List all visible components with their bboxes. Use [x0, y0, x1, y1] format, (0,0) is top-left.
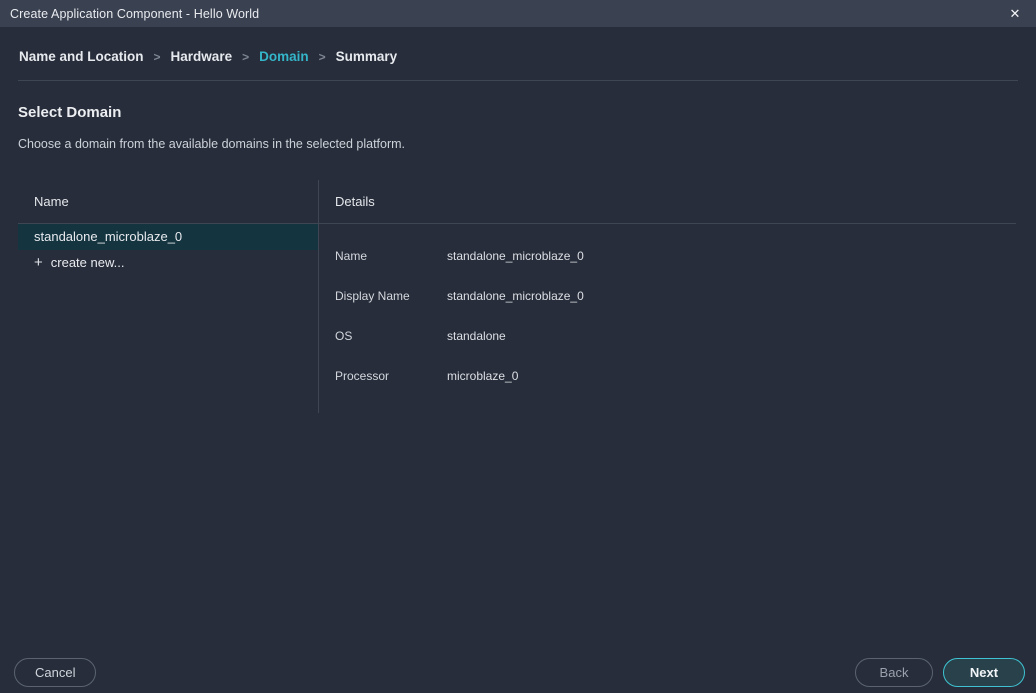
- dialog-titlebar: Create Application Component - Hello Wor…: [0, 0, 1036, 27]
- detail-row-os: OS standalone: [319, 316, 1016, 356]
- wizard-breadcrumb: Name and Location > Hardware > Domain > …: [0, 27, 1036, 80]
- plus-icon: +: [34, 250, 43, 276]
- chevron-right-icon: >: [319, 50, 326, 64]
- domain-list: standalone_microblaze_0 + create new...: [18, 224, 318, 276]
- step-hardware[interactable]: Hardware: [171, 49, 233, 64]
- detail-value: standalone_microblaze_0: [447, 289, 584, 303]
- detail-label: OS: [335, 329, 447, 343]
- details-body: Name standalone_microblaze_0 Display Nam…: [319, 224, 1016, 396]
- close-icon[interactable]: ✕: [1006, 5, 1024, 23]
- page-title: Select Domain: [18, 104, 121, 121]
- domain-list-panel: Name standalone_microblaze_0 + create ne…: [18, 180, 318, 413]
- step-domain[interactable]: Domain: [259, 49, 309, 64]
- create-new-label: create new...: [51, 250, 125, 276]
- detail-value: microblaze_0: [447, 369, 518, 383]
- page-description: Choose a domain from the available domai…: [18, 137, 405, 151]
- create-new-domain-item[interactable]: + create new...: [18, 250, 318, 276]
- detail-label: Name: [335, 249, 447, 263]
- detail-row-processor: Processor microblaze_0: [319, 356, 1016, 396]
- details-header: Details: [319, 180, 1016, 224]
- cancel-button[interactable]: Cancel: [14, 658, 96, 687]
- detail-row-display-name: Display Name standalone_microblaze_0: [319, 276, 1016, 316]
- detail-value: standalone_microblaze_0: [447, 249, 584, 263]
- dialog-title: Create Application Component - Hello Wor…: [10, 7, 259, 21]
- detail-label: Processor: [335, 369, 447, 383]
- domain-list-item-standalone-microblaze-0[interactable]: standalone_microblaze_0: [18, 224, 318, 250]
- chevron-right-icon: >: [154, 50, 161, 64]
- breadcrumb-divider: [18, 80, 1018, 81]
- domain-item-label: standalone_microblaze_0: [34, 224, 182, 250]
- step-name-and-location[interactable]: Name and Location: [19, 49, 144, 64]
- detail-label: Display Name: [335, 289, 447, 303]
- back-button[interactable]: Back: [855, 658, 933, 687]
- domain-details-panel: Details Name standalone_microblaze_0 Dis…: [318, 180, 1016, 413]
- step-summary[interactable]: Summary: [336, 49, 398, 64]
- chevron-right-icon: >: [242, 50, 249, 64]
- detail-value: standalone: [447, 329, 506, 343]
- domain-list-header: Name: [18, 180, 318, 224]
- next-button[interactable]: Next: [943, 658, 1025, 687]
- domain-selection-panels: Name standalone_microblaze_0 + create ne…: [18, 180, 1016, 413]
- detail-row-name: Name standalone_microblaze_0: [319, 236, 1016, 276]
